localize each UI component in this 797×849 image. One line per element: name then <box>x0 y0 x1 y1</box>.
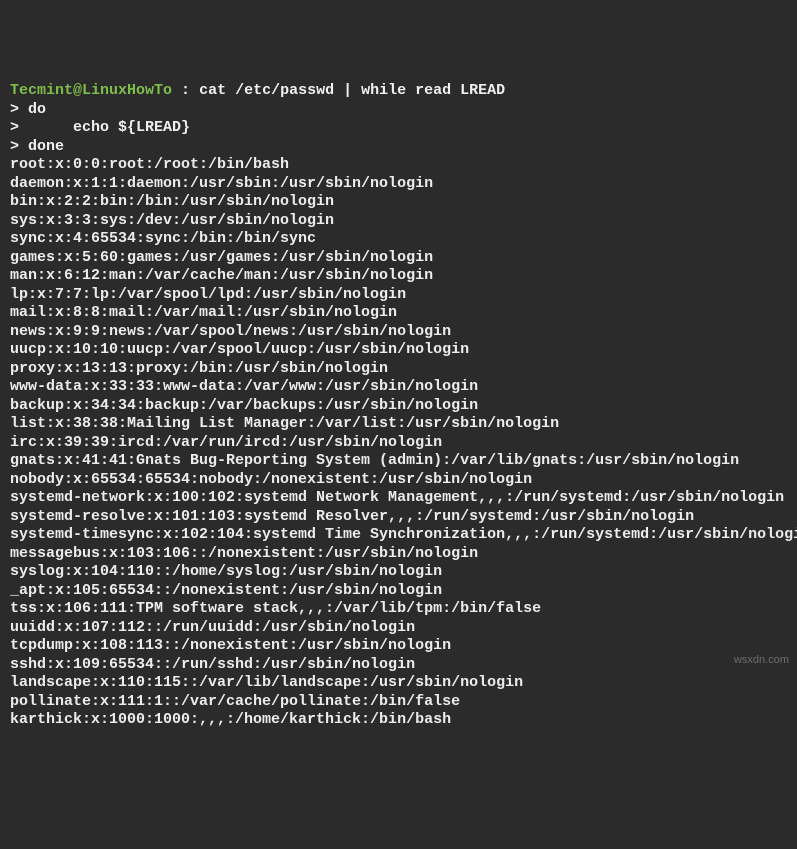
terminal-output: Tecmint@LinuxHowTo : cat /etc/passwd | w… <box>10 82 787 730</box>
output-line: list:x:38:38:Mailing List Manager:/var/l… <box>10 415 787 434</box>
prompt-at: @ <box>73 82 82 99</box>
continuation-line: > do <box>10 101 787 120</box>
output-line: landscape:x:110:115::/var/lib/landscape:… <box>10 674 787 693</box>
output-line: irc:x:39:39:ircd:/var/run/ircd:/usr/sbin… <box>10 434 787 453</box>
output-line: sys:x:3:3:sys:/dev:/usr/sbin/nologin <box>10 212 787 231</box>
output-line: www-data:x:33:33:www-data:/var/www:/usr/… <box>10 378 787 397</box>
output-line: syslog:x:104:110::/home/syslog:/usr/sbin… <box>10 563 787 582</box>
output-line: mail:x:8:8:mail:/var/mail:/usr/sbin/nolo… <box>10 304 787 323</box>
output-line: bin:x:2:2:bin:/bin:/usr/sbin/nologin <box>10 193 787 212</box>
output-line: systemd-network:x:100:102:systemd Networ… <box>10 489 787 508</box>
output-line: sshd:x:109:65534::/run/sshd:/usr/sbin/no… <box>10 656 787 675</box>
output-line: news:x:9:9:news:/var/spool/news:/usr/sbi… <box>10 323 787 342</box>
output-line: games:x:5:60:games:/usr/games:/usr/sbin/… <box>10 249 787 268</box>
output-line: daemon:x:1:1:daemon:/usr/sbin:/usr/sbin/… <box>10 175 787 194</box>
output-line: backup:x:34:34:backup:/var/backups:/usr/… <box>10 397 787 416</box>
output-line: nobody:x:65534:65534:nobody:/nonexistent… <box>10 471 787 490</box>
output-line: uucp:x:10:10:uucp:/var/spool/uucp:/usr/s… <box>10 341 787 360</box>
output-line: tcpdump:x:108:113::/nonexistent:/usr/sbi… <box>10 637 787 656</box>
watermark-text: wsxdn.com <box>734 651 789 670</box>
prompt-separator: : <box>172 82 199 99</box>
output-line: tss:x:106:111:TPM software stack,,,:/var… <box>10 600 787 619</box>
continuation-line: > echo ${LREAD} <box>10 119 787 138</box>
output-line: sync:x:4:65534:sync:/bin:/bin/sync <box>10 230 787 249</box>
output-line: proxy:x:13:13:proxy:/bin:/usr/sbin/nolog… <box>10 360 787 379</box>
prompt-line: Tecmint@LinuxHowTo : cat /etc/passwd | w… <box>10 82 787 101</box>
output-line: _apt:x:105:65534::/nonexistent:/usr/sbin… <box>10 582 787 601</box>
prompt-user: Tecmint <box>10 82 73 99</box>
output-line: root:x:0:0:root:/root:/bin/bash <box>10 156 787 175</box>
output-line: gnats:x:41:41:Gnats Bug-Reporting System… <box>10 452 787 471</box>
output-line: messagebus:x:103:106::/nonexistent:/usr/… <box>10 545 787 564</box>
prompt-command: cat /etc/passwd | while read LREAD <box>199 82 505 99</box>
output-line: karthick:x:1000:1000:,,,:/home/karthick:… <box>10 711 787 730</box>
output-line: lp:x:7:7:lp:/var/spool/lpd:/usr/sbin/nol… <box>10 286 787 305</box>
output-line: pollinate:x:111:1::/var/cache/pollinate:… <box>10 693 787 712</box>
output-line: systemd-resolve:x:101:103:systemd Resolv… <box>10 508 787 527</box>
output-line: uuidd:x:107:112::/run/uuidd:/usr/sbin/no… <box>10 619 787 638</box>
output-line: systemd-timesync:x:102:104:systemd Time … <box>10 526 787 545</box>
continuation-line: > done <box>10 138 787 157</box>
output-line: man:x:6:12:man:/var/cache/man:/usr/sbin/… <box>10 267 787 286</box>
prompt-host: LinuxHowTo <box>82 82 172 99</box>
